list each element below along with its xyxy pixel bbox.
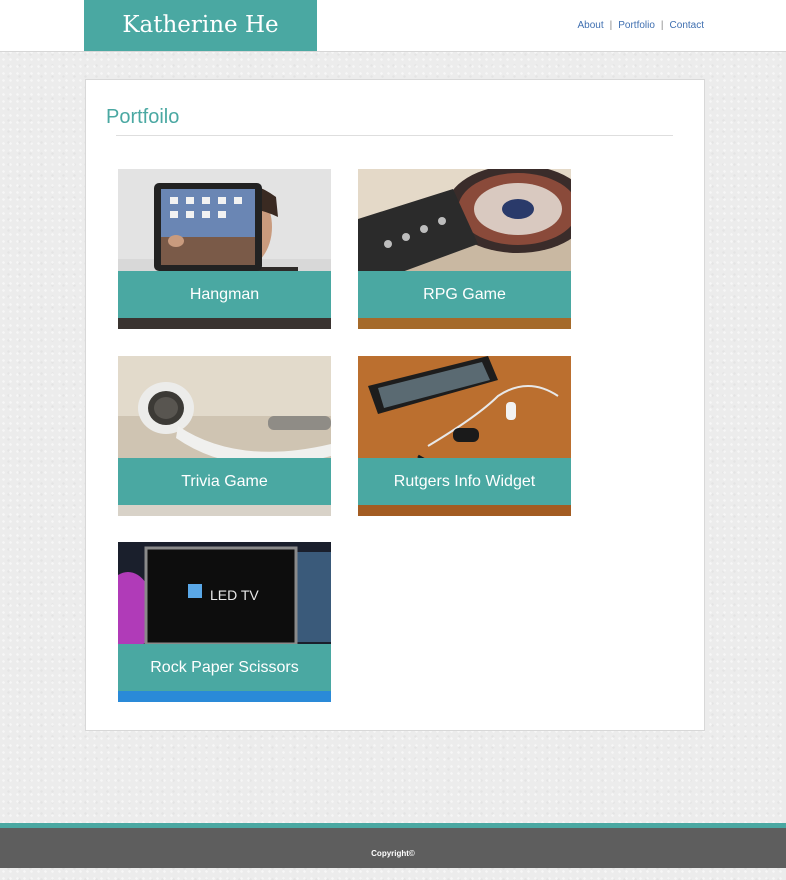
project-title: Trivia Game xyxy=(118,458,331,505)
site-header: Katherine He About | Portfolio | Contact xyxy=(0,0,786,52)
project-tile-rutgers-info-widget[interactable]: Rutgers Info Widget xyxy=(358,356,571,516)
svg-text:LED TV: LED TV xyxy=(210,587,259,603)
project-title: RPG Game xyxy=(358,271,571,318)
site-brand[interactable]: Katherine He xyxy=(84,0,317,51)
nav-link-about[interactable]: About xyxy=(577,20,603,31)
title-divider xyxy=(116,135,673,136)
main-nav: About | Portfolio | Contact xyxy=(577,20,704,31)
project-tile-rpg-game[interactable]: RPG Game xyxy=(358,169,571,329)
project-title: Rutgers Info Widget xyxy=(358,458,571,505)
nav-link-contact[interactable]: Contact xyxy=(670,20,704,31)
project-title: Hangman xyxy=(118,271,331,318)
project-title: Rock Paper Scissors xyxy=(118,644,331,691)
site-footer: Copyright© xyxy=(0,828,786,868)
project-tile-hangman[interactable]: Hangman xyxy=(118,169,331,329)
nav-separator: | xyxy=(660,20,664,31)
project-tile-rock-paper-scissors[interactable]: LED TV Rock Paper Scissors xyxy=(118,542,331,702)
copyright-text: Copyright© xyxy=(371,849,415,858)
nav-separator: | xyxy=(609,20,613,31)
page-title: Portfoilo xyxy=(106,106,180,128)
portfolio-panel: Portfoilo Hangman RPG Game Trivia Game R… xyxy=(85,79,705,731)
project-tile-trivia-game[interactable]: Trivia Game xyxy=(118,356,331,516)
nav-link-portfolio[interactable]: Portfolio xyxy=(618,20,655,31)
